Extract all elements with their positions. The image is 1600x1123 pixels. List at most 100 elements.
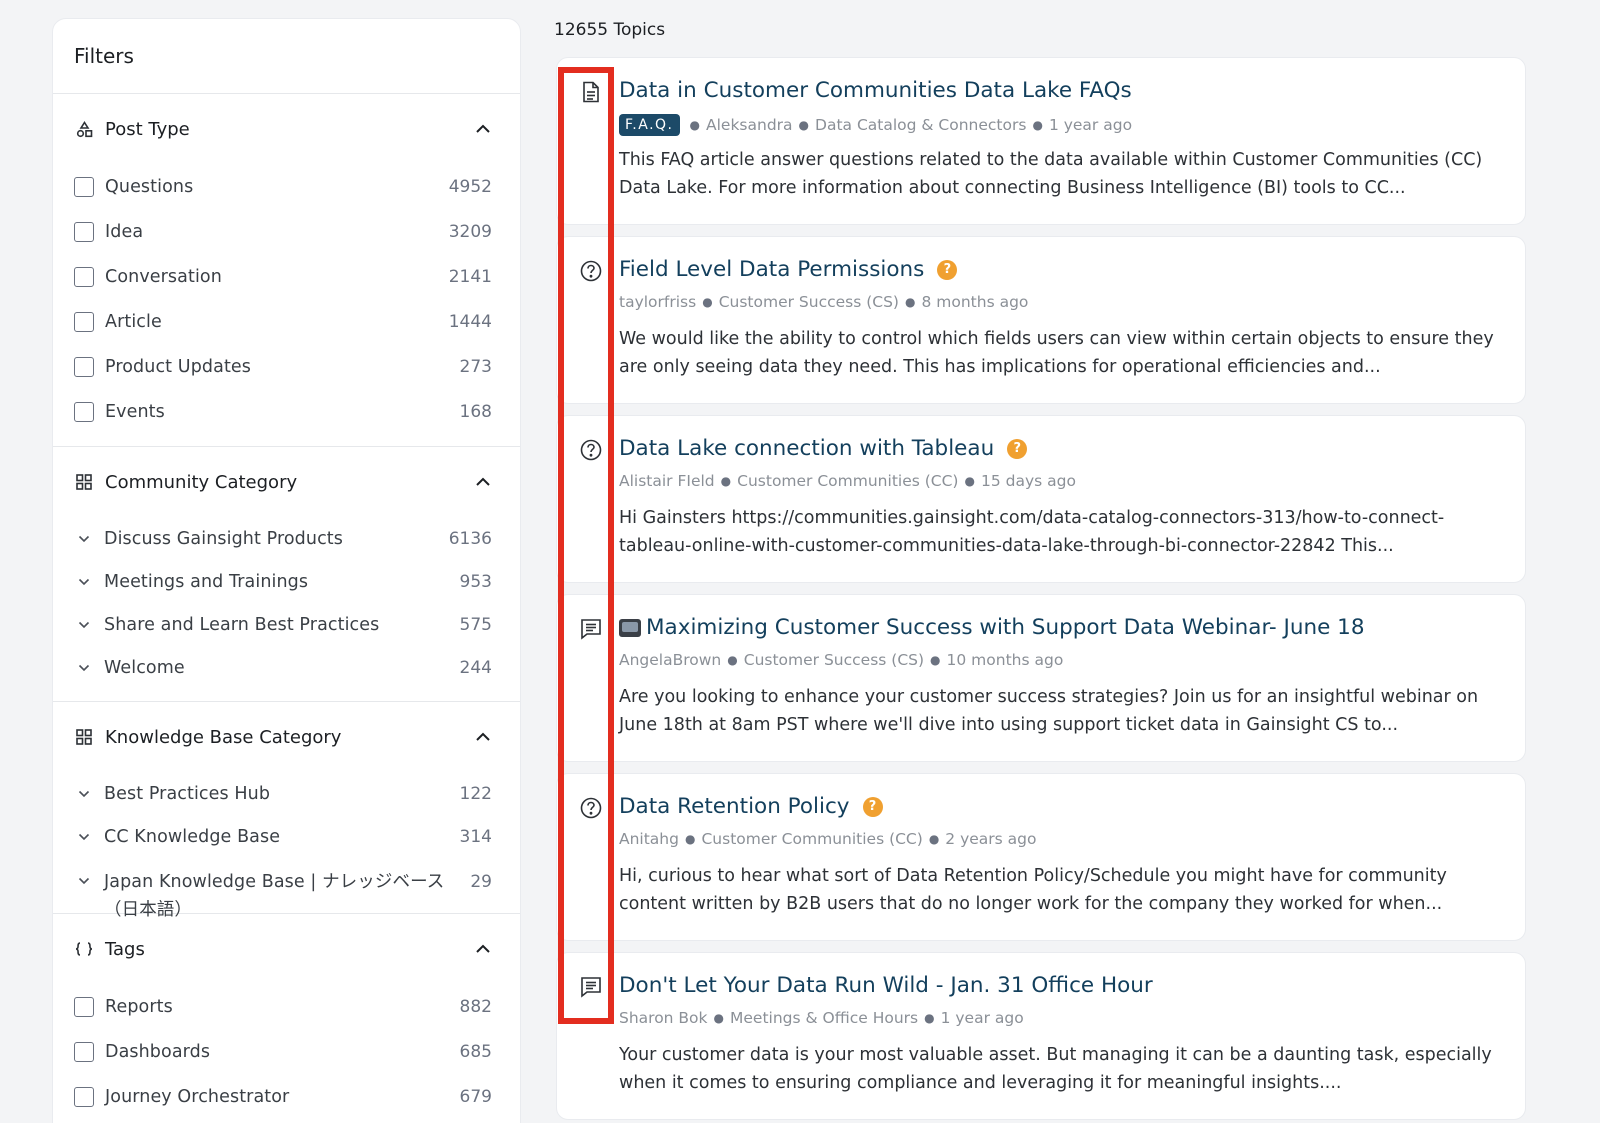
kb-item[interactable]: CC Knowledge Base 314 (53, 815, 520, 858)
kb-category-title: Knowledge Base Category (105, 726, 342, 748)
post-title[interactable]: Don't Let Your Data Run Wild - Jan. 31 O… (619, 973, 1153, 998)
chevron-down-icon[interactable] (74, 572, 94, 592)
separator-dot: ● (689, 118, 700, 132)
kb-category-section: Knowledge Base Category Best Practices H… (53, 702, 520, 920)
filter-conversation[interactable]: Conversation 2141 (53, 254, 520, 299)
chevron-up-icon[interactable] (474, 728, 492, 746)
post-card[interactable]: Maximizing Customer Success with Support… (556, 594, 1526, 762)
chevron-up-icon[interactable] (474, 120, 492, 138)
filter-questions[interactable]: Questions 4952 (53, 164, 520, 209)
chevron-down-icon[interactable] (74, 615, 94, 635)
post-excerpt: We would like the ability to control whi… (619, 329, 1494, 377)
tag-reports[interactable]: Reports 882 (53, 984, 520, 1029)
chevron-down-icon[interactable] (74, 827, 94, 847)
post-title[interactable]: Data in Customer Communities Data Lake F… (619, 78, 1132, 103)
tag-label: Dashboards (105, 1041, 211, 1062)
chevron-up-icon[interactable] (474, 473, 492, 491)
checkbox[interactable] (74, 401, 94, 422)
post-meta: F.A.Q. ● Aleksandra ● Data Catalog & Con… (619, 114, 1132, 136)
post-category[interactable]: Meetings & Office Hours (730, 1009, 918, 1027)
post-title-text[interactable]: Data Lake connection with Tableau (619, 436, 994, 461)
post-card[interactable]: Data in Customer Communities Data Lake F… (556, 57, 1526, 225)
checkbox[interactable] (74, 176, 94, 197)
checkbox[interactable] (74, 996, 94, 1017)
separator-dot: ● (720, 474, 732, 488)
filter-count: 273 (459, 356, 492, 377)
chevron-down-icon[interactable] (74, 871, 94, 891)
community-category-header[interactable]: Community Category (53, 447, 520, 517)
category-item[interactable]: Discuss Gainsight Products 6136 (53, 517, 520, 560)
post-time: 10 months ago (946, 651, 1064, 669)
post-card[interactable]: Data Lake connection with Tableau? Alist… (556, 415, 1526, 583)
checkbox[interactable] (74, 1086, 94, 1107)
post-excerpt: Are you looking to enhance your customer… (619, 687, 1479, 735)
post-card[interactable]: Data Retention Policy? Anitahg ● Custome… (556, 773, 1526, 941)
kb-item[interactable]: Japan Knowledge Base | ナレッジベース（日本語） 29 (53, 858, 520, 920)
category-label: Meetings and Trainings (104, 571, 309, 592)
post-title-text[interactable]: Maximizing Customer Success with Support… (646, 615, 1365, 640)
post-title[interactable]: Data Retention Policy? (619, 794, 883, 819)
filter-count: 1444 (448, 311, 492, 332)
checkbox[interactable] (74, 221, 94, 242)
filter-label: Idea (105, 221, 144, 242)
post-category[interactable]: Customer Communities (CC) (701, 830, 922, 848)
post-category[interactable]: Data Catalog & Connectors (815, 116, 1026, 134)
post-card[interactable]: Field Level Data Permissions? taylorfris… (556, 236, 1526, 404)
chevron-down-icon[interactable] (74, 658, 94, 678)
category-item[interactable]: Share and Learn Best Practices 575 (53, 603, 520, 646)
post-author[interactable]: Alistair FIeld (619, 472, 715, 490)
tag-count: 679 (459, 1086, 492, 1107)
post-excerpt: Hi, curious to hear what sort of Data Re… (619, 866, 1447, 914)
tags-header[interactable]: Tags (53, 914, 520, 984)
faq-badge: F.A.Q. (619, 114, 680, 136)
post-author[interactable]: Aleksandra (706, 116, 793, 134)
filter-article[interactable]: Article 1444 (53, 299, 520, 344)
kb-label: CC Knowledge Base (104, 826, 281, 847)
category-item[interactable]: Meetings and Trainings 953 (53, 560, 520, 603)
post-title[interactable]: Data Lake connection with Tableau? (619, 436, 1028, 461)
chevron-down-icon[interactable] (74, 529, 94, 549)
post-author[interactable]: taylorfriss (619, 293, 696, 311)
chevron-up-icon[interactable] (474, 940, 492, 958)
filter-label: Product Updates (105, 356, 252, 377)
post-excerpt: Hi Gainsters https://communities.gainsig… (619, 508, 1445, 556)
kb-count: 314 (459, 826, 492, 847)
separator-dot: ● (924, 1011, 935, 1025)
filter-product-updates[interactable]: Product Updates 273 (53, 344, 520, 389)
tags-section: Tags Reports 882 Dashboards 685 Journey Or… (53, 914, 520, 1123)
post-author[interactable]: Sharon Bok (619, 1009, 708, 1027)
television-icon (619, 618, 641, 637)
kb-item[interactable]: Best Practices Hub 122 (53, 772, 520, 815)
post-title[interactable]: Maximizing Customer Success with Support… (619, 615, 1365, 640)
post-category[interactable]: Customer Success (CS) (744, 651, 924, 669)
tag-journey-orchestrator[interactable]: Journey Orchestrator 679 (53, 1074, 520, 1119)
shapes-icon (75, 120, 93, 138)
category-count: 6136 (448, 528, 492, 549)
filter-events[interactable]: Events 168 (53, 389, 520, 434)
post-title[interactable]: Field Level Data Permissions? (619, 257, 958, 282)
post-title-text[interactable]: Data Retention Policy (619, 794, 850, 819)
post-meta: Alistair FIeld ● Customer Communities (C… (619, 472, 1076, 490)
post-category[interactable]: Customer Communities (CC) (737, 472, 958, 490)
filter-label: Questions (105, 176, 194, 197)
checkbox[interactable] (74, 266, 94, 287)
post-author[interactable]: Anitahg (619, 830, 679, 848)
filter-count: 4952 (448, 176, 492, 197)
post-type-header[interactable]: Post Type (53, 94, 520, 164)
filter-idea[interactable]: Idea 3209 (53, 209, 520, 254)
post-title-text[interactable]: Don't Let Your Data Run Wild - Jan. 31 O… (619, 973, 1153, 998)
checkbox[interactable] (74, 311, 94, 332)
post-author[interactable]: AngelaBrown (619, 651, 721, 669)
post-card[interactable]: Don't Let Your Data Run Wild - Jan. 31 O… (556, 952, 1526, 1120)
checkbox[interactable] (74, 356, 94, 377)
tag-dashboards[interactable]: Dashboards 685 (53, 1029, 520, 1074)
chevron-down-icon[interactable] (74, 784, 94, 804)
post-category[interactable]: Customer Success (CS) (719, 293, 899, 311)
post-title-text[interactable]: Data in Customer Communities Data Lake F… (619, 78, 1132, 103)
post-title-text[interactable]: Field Level Data Permissions (619, 257, 924, 282)
kb-category-header[interactable]: Knowledge Base Category (53, 702, 520, 772)
separator-dot: ● (928, 832, 940, 846)
grid-icon (75, 728, 93, 746)
checkbox[interactable] (74, 1041, 94, 1062)
category-item[interactable]: Welcome 244 (53, 646, 520, 689)
